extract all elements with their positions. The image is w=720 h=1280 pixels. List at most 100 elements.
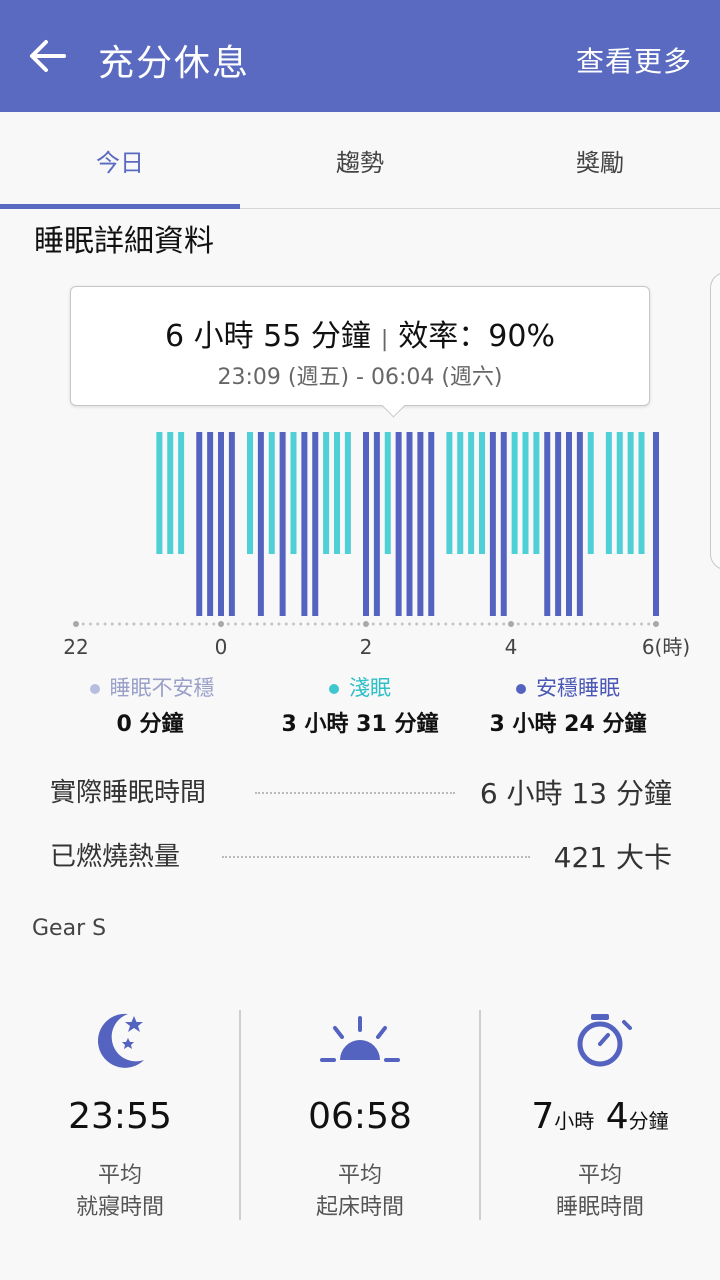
- deep-sleep-bar: [207, 432, 214, 616]
- tab-today[interactable]: 今日: [0, 112, 240, 208]
- axis-dot: [81, 622, 85, 626]
- axis-dot: [147, 622, 150, 626]
- page-title: 充分休息: [98, 43, 251, 84]
- avg-caption-line: 平均: [97, 1163, 142, 1188]
- x-tick-label: 4: [505, 635, 518, 659]
- axis-dot: [161, 622, 165, 626]
- deep-sleep-bar: [500, 432, 507, 616]
- axis-dot: [640, 622, 643, 626]
- stat-label: 已燃燒熱量: [50, 836, 181, 873]
- axis-dot: [234, 622, 237, 626]
- x-tick-label: 6(時): [642, 635, 690, 659]
- axis-dot: [205, 622, 208, 626]
- avg-sleep-duration: 7小時 4分鐘 平均 睡眠時間: [480, 1000, 720, 1230]
- app-bar: 充分休息 查看更多: [0, 0, 720, 112]
- tab-trends[interactable]: 趨勢: [240, 112, 480, 208]
- axis-dot: [118, 622, 121, 626]
- axis-dot: [386, 622, 390, 626]
- deep-sleep-bar: [218, 432, 224, 616]
- axis-dot: [582, 622, 585, 626]
- avg-wake-caption: 平均 起床時間: [240, 1160, 480, 1224]
- axis-dot: [103, 622, 107, 626]
- deep-sleep-bar: [301, 432, 308, 616]
- stat-value: 421 大卡: [553, 836, 672, 876]
- axis-dot: [451, 622, 455, 626]
- avg-caption-line: 睡眠時間: [555, 1195, 644, 1220]
- light-sleep-bar: [457, 432, 464, 554]
- light-sleep-bar: [323, 432, 330, 554]
- stat-calories: 已燃燒熱量 421 大卡: [50, 836, 672, 876]
- axis-dot: [241, 622, 245, 626]
- avg-duration-caption: 平均 睡眠時間: [480, 1160, 720, 1224]
- deep-sleep-bar: [373, 432, 380, 616]
- axis-dot: [487, 622, 491, 626]
- avg-duration-minutes: 4: [605, 1096, 629, 1137]
- deep-sleep-bar: [312, 432, 319, 616]
- device-name: Gear S: [32, 916, 107, 941]
- sleep-efficiency: 效率：90%: [398, 319, 555, 354]
- light-sleep-bar: [290, 432, 297, 554]
- axis-dot: [335, 622, 339, 626]
- sunrise-icon: [240, 1008, 480, 1068]
- axis-dot: [212, 622, 216, 626]
- view-more-button[interactable]: 查看更多: [576, 40, 692, 80]
- axis-dot: [400, 622, 404, 626]
- light-sleep-bar: [587, 432, 594, 554]
- axis-dot: [408, 622, 411, 626]
- axis-dot: [168, 622, 172, 626]
- avg-caption-line: 就寢時間: [75, 1195, 164, 1220]
- axis-dot: [422, 622, 426, 626]
- deep-sleep-bar: [406, 432, 413, 616]
- tab-rewards[interactable]: 獎勵: [480, 112, 720, 208]
- axis-dot: [429, 622, 433, 626]
- legend-deep-label: 安穩睡眠: [536, 676, 620, 700]
- axis-tick: [653, 621, 659, 627]
- axis-dot: [524, 622, 527, 626]
- axis-dot: [342, 622, 346, 626]
- axis-dot: [538, 622, 542, 626]
- axis-dot: [567, 622, 571, 626]
- x-tick-label: 22: [63, 635, 88, 659]
- axis-dot: [313, 622, 317, 626]
- deep-sleep-bar: [395, 432, 402, 616]
- axis-dot: [190, 622, 194, 626]
- axis-dot: [516, 622, 520, 626]
- deep-sleep-bar: [228, 432, 235, 616]
- axis-dot: [299, 622, 303, 626]
- section-title: 睡眠詳細資料: [34, 224, 214, 259]
- axis-dot: [458, 622, 462, 626]
- axis-dot: [270, 622, 274, 626]
- deep-sleep-bar: [257, 432, 264, 616]
- axis-dot: [357, 622, 361, 626]
- x-tick-label: 2: [360, 635, 373, 659]
- axis-dot: [379, 622, 382, 626]
- light-sleep-bar: [446, 432, 453, 554]
- legend-light-value: 3 小時 31 分鐘: [281, 712, 439, 737]
- legend-restless-dot: [89, 684, 100, 694]
- avg-caption-line: 平均: [577, 1163, 622, 1188]
- deep-sleep-bar: [489, 432, 496, 616]
- stat-value: 6 小時 13 分鐘: [479, 772, 672, 812]
- axis-dot: [625, 622, 629, 626]
- axis-dot: [248, 622, 252, 626]
- axis-dot: [553, 622, 556, 626]
- axis-dot: [437, 622, 440, 626]
- sleep-stage-chart[interactable]: 22 0 2 4 6(時): [0, 420, 720, 660]
- axis-dot: [603, 622, 607, 626]
- light-sleep-bar: [334, 432, 340, 554]
- deep-sleep-bar: [576, 432, 583, 616]
- axis-dot: [132, 622, 136, 626]
- avg-caption-line: 起床時間: [315, 1195, 404, 1220]
- avg-duration-hours-unit: 小時: [554, 1109, 595, 1133]
- light-sleep-bar: [638, 432, 645, 554]
- light-sleep-bar: [605, 432, 612, 554]
- axis-dot: [284, 622, 288, 626]
- axis-dot: [277, 622, 281, 626]
- axis-tick: [508, 621, 514, 627]
- light-sleep-bar: [627, 432, 634, 554]
- back-button[interactable]: [22, 32, 74, 80]
- deep-sleep-bar: [653, 432, 659, 616]
- stat-leader-dots: [222, 856, 530, 858]
- axis-dot: [647, 622, 651, 626]
- axis-dot: [531, 622, 535, 626]
